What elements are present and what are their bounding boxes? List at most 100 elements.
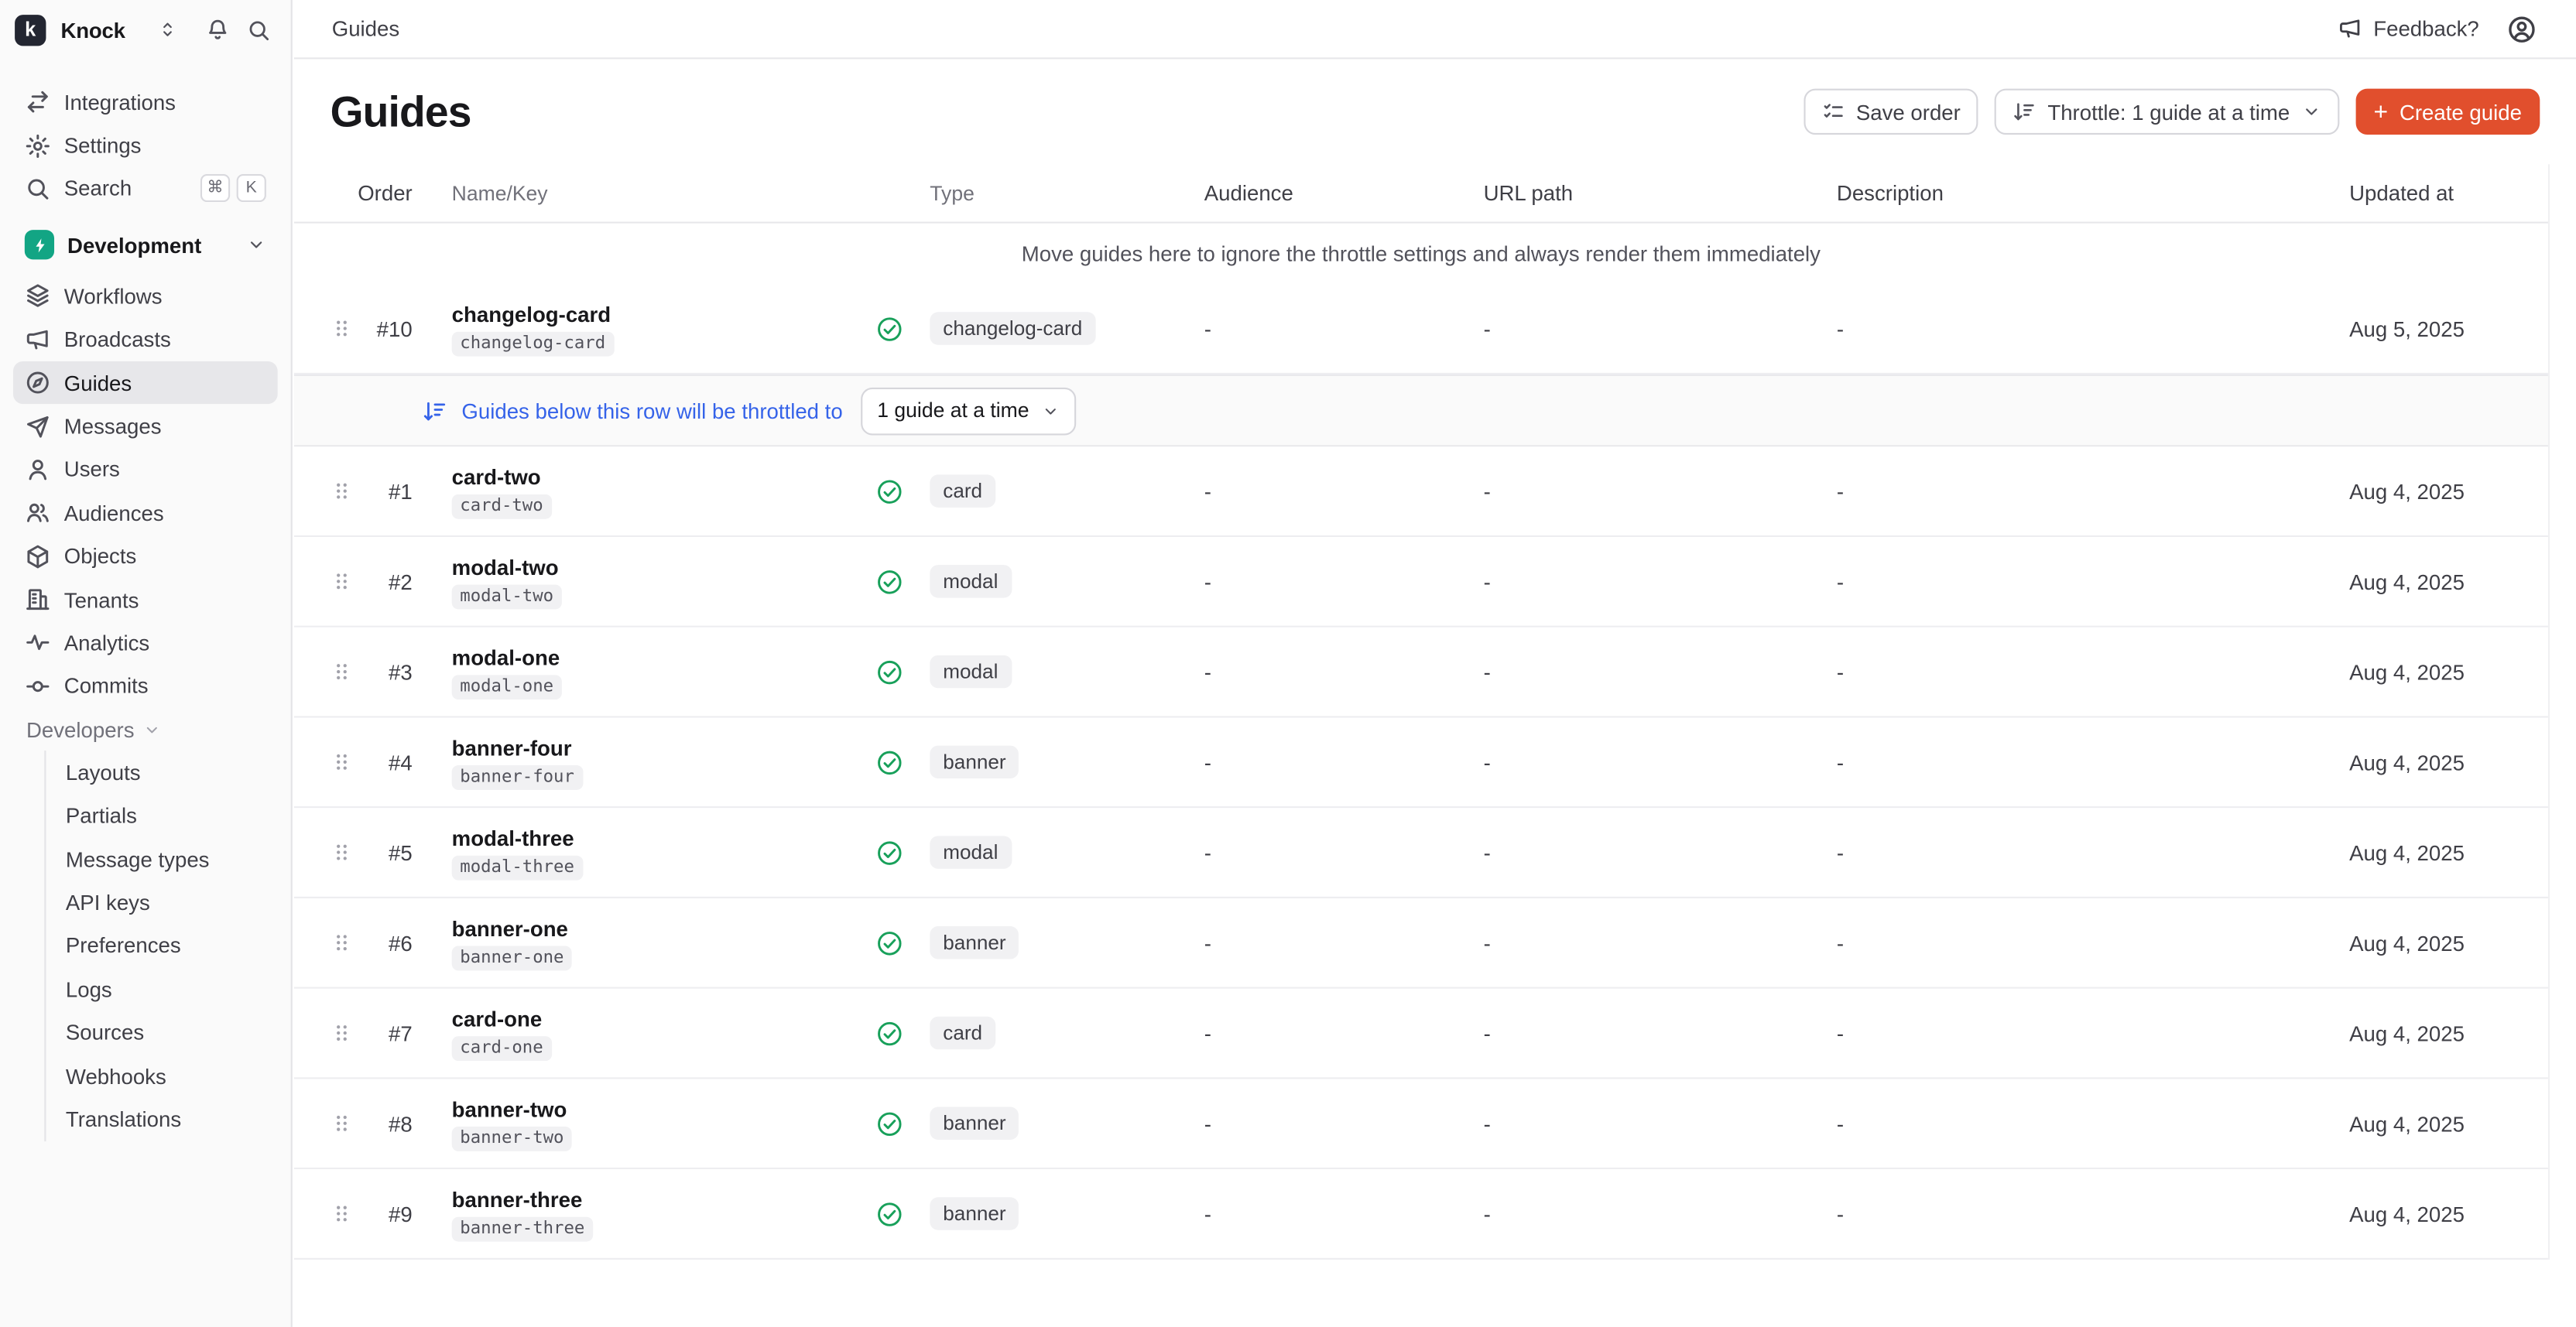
drag-handle[interactable]: [331, 841, 354, 864]
guide-updated-at: Aug 4, 2025: [2349, 569, 2548, 593]
sidebar-item-settings[interactable]: Settings: [13, 124, 278, 167]
guide-updated-at: Aug 4, 2025: [2349, 1111, 2548, 1136]
table-row[interactable]: #7 card-one card-one card - - - Aug 4, 2…: [294, 989, 2548, 1079]
notifications-button[interactable]: [205, 17, 230, 42]
sidebar-item[interactable]: Sources: [46, 1011, 290, 1054]
check-circle-icon: [875, 314, 903, 342]
sidebar-item-label: Audiences: [64, 501, 164, 525]
tenants-icon: [25, 587, 51, 613]
table-row[interactable]: #4 banner-four banner-four banner - - - …: [294, 718, 2548, 809]
guide-type-badge: modal: [930, 655, 1011, 688]
throttle-dropdown-button[interactable]: Throttle: 1 guide at a time: [1995, 89, 2338, 135]
create-guide-button[interactable]: + Create guide: [2355, 89, 2540, 135]
table-row[interactable]: #9 banner-three banner-three banner - - …: [294, 1169, 2548, 1260]
sidebar-item-messages[interactable]: Messages: [13, 405, 278, 448]
sidebar-item-label: Layouts: [66, 760, 141, 785]
table-row[interactable]: #8 banner-two banner-two banner - - - Au…: [294, 1079, 2548, 1169]
sidebar-item-audiences[interactable]: Audiences: [13, 491, 278, 535]
create-guide-label: Create guide: [2400, 99, 2522, 124]
sidebar-item[interactable]: Translations: [46, 1097, 290, 1141]
guide-description: -: [1837, 840, 2349, 865]
sidebar-item-objects[interactable]: Objects: [13, 535, 278, 578]
sort-descending-icon: [2013, 100, 2036, 123]
guide-audience: -: [1204, 1021, 1484, 1045]
user-avatar[interactable]: [2507, 14, 2537, 43]
logo-letter: k: [25, 18, 36, 41]
list-checks-icon: [1821, 100, 1845, 123]
sidebar-item[interactable]: Preferences: [46, 924, 290, 967]
check-circle-icon: [875, 658, 903, 686]
sidebar-item-tenants[interactable]: Tenants: [13, 578, 278, 621]
sidebar-item[interactable]: API keys: [46, 881, 290, 924]
drag-handle[interactable]: [331, 480, 354, 503]
sidebar-item[interactable]: Logs: [46, 967, 290, 1011]
sidebar-item-users[interactable]: Users: [13, 448, 278, 491]
drag-handle[interactable]: [331, 660, 354, 683]
sidebar-item[interactable]: Webhooks: [46, 1054, 290, 1097]
guide-active-status-icon: [862, 658, 915, 686]
workspace-switcher-button[interactable]: [158, 19, 177, 39]
sidebar-item-guides[interactable]: Guides: [13, 361, 278, 405]
table-row[interactable]: #3 modal-one modal-one modal - - - Aug 4…: [294, 628, 2548, 718]
drag-handle[interactable]: [331, 317, 354, 340]
throttle-amount-select[interactable]: 1 guide at a time: [861, 387, 1077, 435]
guide-url-path: -: [1484, 316, 1837, 341]
objects-icon: [25, 543, 51, 569]
chevron-down-icon: [2301, 102, 2321, 121]
guide-order: #3: [353, 659, 412, 684]
table-row[interactable]: #6 banner-one banner-one banner - - - Au…: [294, 898, 2548, 989]
grip-dots-icon: [331, 1112, 354, 1135]
drag-handle[interactable]: [331, 1112, 354, 1135]
column-header-description: Description: [1837, 180, 2349, 205]
guide-order: #7: [353, 1021, 412, 1045]
search-button[interactable]: [246, 17, 271, 42]
sidebar-item-commits[interactable]: Commits: [13, 665, 278, 708]
guide-audience: -: [1204, 316, 1484, 341]
throttle-divider-link[interactable]: Guides below this row will be throttled …: [461, 398, 842, 423]
sidebar-item[interactable]: Layouts: [46, 751, 290, 794]
sidebar-item-workflows[interactable]: Workflows: [13, 275, 278, 318]
throttle-divider: Guides below this row will be throttled …: [294, 375, 2548, 446]
guide-updated-at: Aug 4, 2025: [2349, 840, 2548, 865]
guide-order: #5: [353, 840, 412, 865]
drag-handle[interactable]: [331, 751, 354, 774]
sidebar-item-search[interactable]: Search ⌘ K: [13, 167, 278, 210]
breadcrumb[interactable]: Guides: [332, 16, 399, 41]
feedback-button[interactable]: Feedback?: [2338, 16, 2479, 41]
guide-description: -: [1837, 930, 2349, 955]
sidebar-item[interactable]: Message types: [46, 837, 290, 881]
drag-handle[interactable]: [331, 569, 354, 593]
guide-order: #6: [353, 930, 412, 955]
guides-table: Order Name/Key Type Audience URL path De…: [294, 164, 2550, 1260]
save-order-button[interactable]: Save order: [1804, 89, 1978, 135]
sidebar-item-label: Settings: [64, 133, 142, 158]
key-k: K: [237, 175, 266, 203]
table-row[interactable]: #5 modal-three modal-three modal - - - A…: [294, 808, 2548, 898]
drag-handle[interactable]: [331, 1021, 354, 1045]
sidebar-item-label: Workflows: [64, 284, 163, 309]
keyboard-shortcut: ⌘ K: [200, 175, 266, 203]
environment-switcher[interactable]: Development: [13, 222, 278, 268]
app-window: k Knock Integrations Settings: [0, 0, 2576, 1327]
drag-handle[interactable]: [331, 1202, 354, 1226]
developers-sub-nav: Layouts Partials Message types API keys …: [44, 751, 290, 1141]
sidebar-item-integrations[interactable]: Integrations: [13, 80, 278, 124]
table-row[interactable]: #1 card-two card-two card - - - Aug 4, 2…: [294, 446, 2548, 537]
guide-key: modal-three: [452, 855, 583, 880]
sidebar-item[interactable]: Partials: [46, 794, 290, 837]
sidebar-group-developers[interactable]: Developers: [0, 708, 291, 751]
guide-url-path: -: [1484, 659, 1837, 684]
table-row[interactable]: #2 modal-two modal-two modal - - - Aug 4…: [294, 537, 2548, 628]
table-row[interactable]: #10 changelog-card changelog-card change…: [294, 284, 2548, 375]
grip-dots-icon: [331, 480, 354, 503]
check-circle-icon: [875, 1019, 903, 1047]
guide-description: -: [1837, 479, 2349, 504]
drag-handle[interactable]: [331, 931, 354, 954]
plus-icon: +: [2373, 99, 2388, 124]
column-header-name-key: Name/Key: [452, 182, 863, 205]
sidebar-item-analytics[interactable]: Analytics: [13, 621, 278, 665]
sidebar-item-broadcasts[interactable]: Broadcasts: [13, 318, 278, 361]
user-circle-icon: [2507, 14, 2537, 43]
key-cmd: ⌘: [200, 175, 230, 203]
column-header-order: Order: [353, 180, 412, 205]
